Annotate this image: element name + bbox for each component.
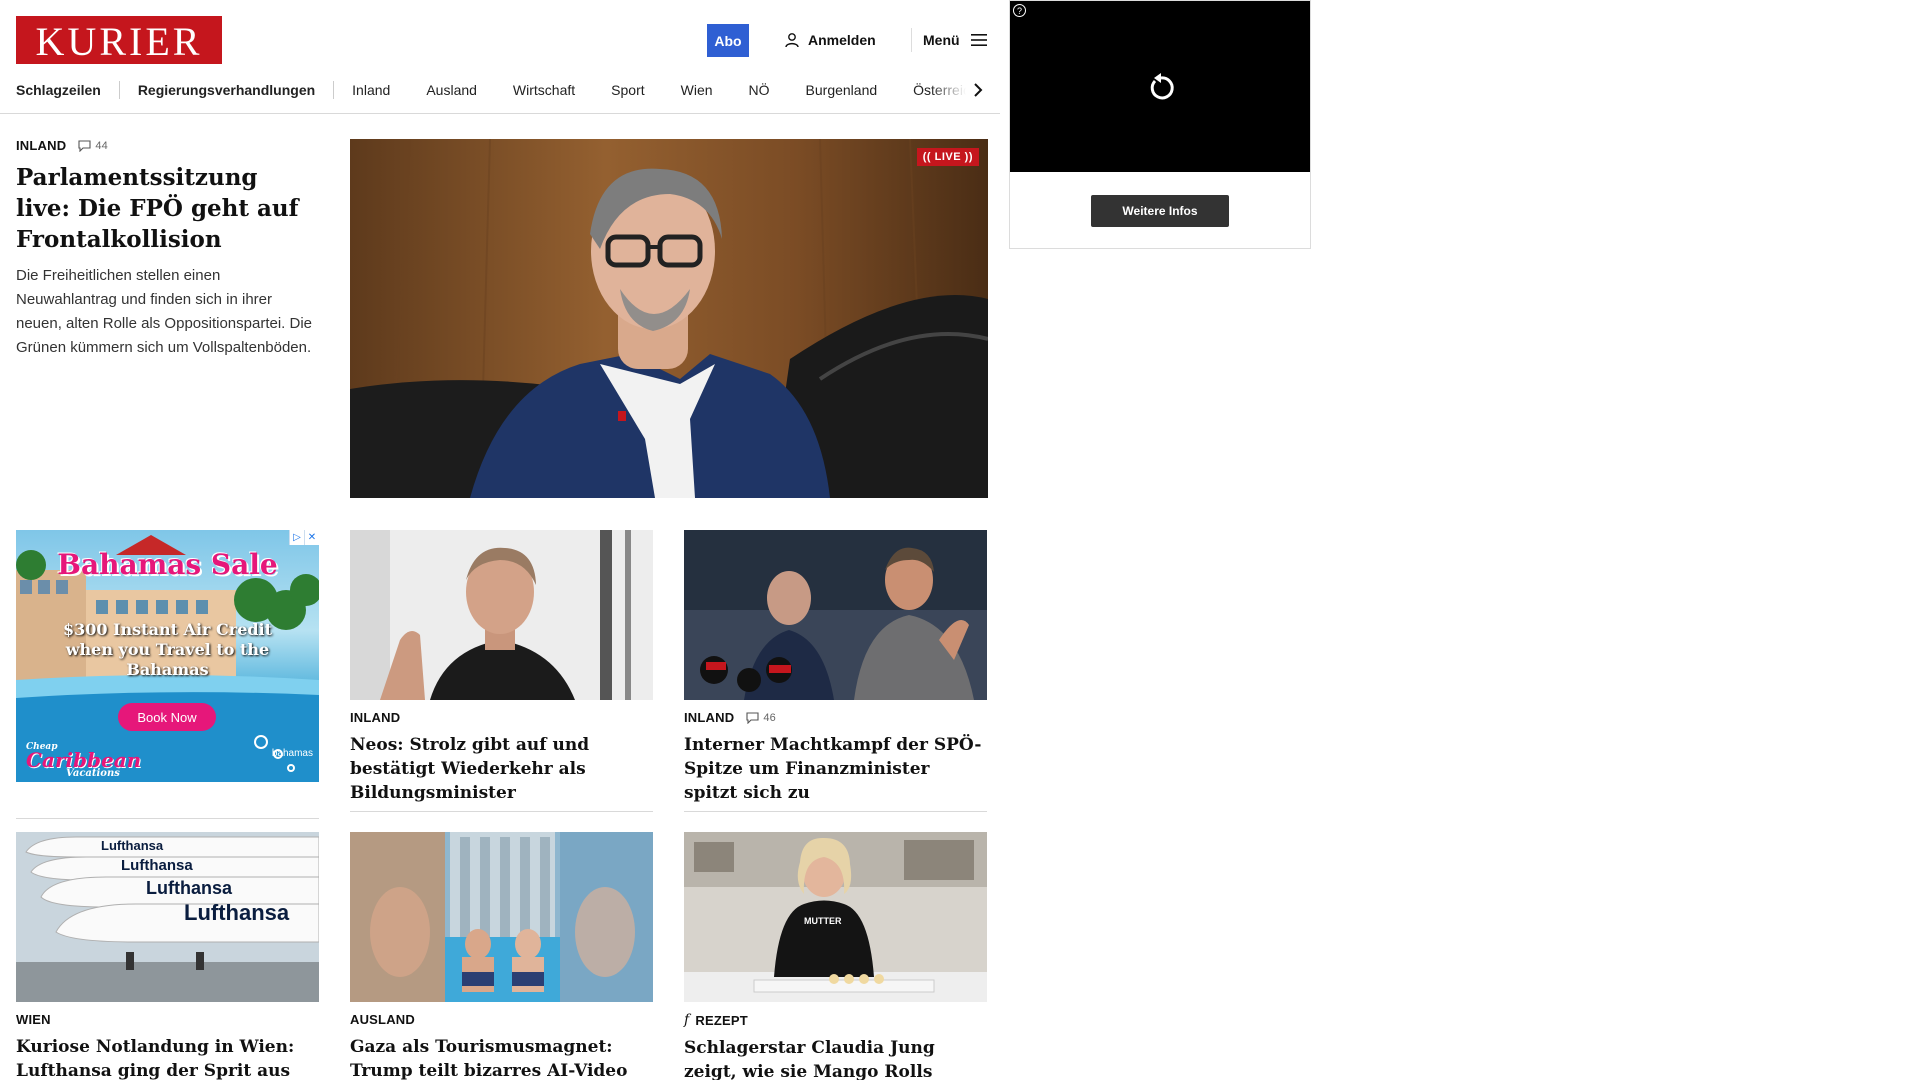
ad-close-icon[interactable]: ✕ [304, 530, 319, 545]
card-image-gaza[interactable] [350, 832, 653, 1002]
bahamas-logo: bahamas [271, 748, 313, 759]
hero-teaser: Die Freiheitlichen stellen einen Neuwahl… [16, 267, 313, 356]
card-spoe-comments[interactable]: 46 [746, 712, 776, 724]
nav-item-schlagzeilen[interactable]: Schlagzeilen [16, 82, 101, 98]
ad-brand: Cheap Caribbean Vacations [26, 742, 141, 779]
lufthansa-photo-illustration: Lufthansa Lufthansa Lufthansa Lufthansa [16, 832, 319, 1002]
comment-icon [746, 711, 759, 724]
card-lufthansa[interactable]: WIEN Kuriose Notlandung in Wien: Lufthan… [16, 1012, 319, 1080]
user-icon [785, 33, 799, 48]
card-strolz-title[interactable]: Neos: Strolz gibt auf und bestätigt Wied… [350, 733, 653, 805]
rezept-photo-illustration: MUTTER [684, 832, 987, 1002]
card-spoe[interactable]: INLAND 46 Interner Machtkampf der SPÖ-Sp… [684, 710, 987, 805]
card-image-strolz[interactable] [350, 530, 653, 700]
card-rezept-kicker: 𝑓 REZEPT [684, 1012, 987, 1028]
card-image-spoe[interactable] [684, 530, 987, 700]
ad-book-now-button[interactable]: Book Now [118, 703, 216, 731]
replay-icon[interactable] [1147, 73, 1175, 103]
svg-text:Lufthansa: Lufthansa [101, 838, 164, 853]
card-strolz-kicker: INLAND [350, 710, 653, 725]
login-button[interactable]: Anmelden [784, 28, 876, 52]
card-lufthansa-kicker: WIEN [16, 1012, 319, 1027]
hero-image[interactable]: (( LIVE )) [350, 139, 988, 498]
nav-item-burgenland[interactable]: Burgenland [806, 82, 878, 98]
card-strolz[interactable]: INLAND Neos: Strolz gibt auf und bestäti… [350, 710, 653, 805]
ad-headline-2: Sale [210, 548, 278, 581]
hero-category[interactable]: INLAND [16, 138, 66, 153]
video-ad[interactable]: ? Weitere Infos [1009, 0, 1311, 249]
svg-text:Lufthansa: Lufthansa [184, 900, 290, 925]
chevron-right-icon [974, 83, 983, 97]
hero-article[interactable]: INLAND 44 Parlamentssitzung live: Die FP… [16, 138, 316, 360]
card-spoe-comment-count: 46 [763, 711, 776, 724]
nav-item-ausland[interactable]: Ausland [426, 82, 477, 98]
card-strolz-category[interactable]: INLAND [350, 710, 400, 725]
ad-info-icon[interactable]: ▷ [289, 530, 304, 545]
card-image-rezept[interactable]: MUTTER [684, 832, 987, 1002]
card-gaza-title[interactable]: Gaza als Tourismusmagnet: Trump teilt bi… [350, 1035, 653, 1080]
ad-headline-1: Bahamas [57, 548, 202, 581]
card-image-lufthansa[interactable]: Lufthansa Lufthansa Lufthansa Lufthansa [16, 832, 319, 1002]
header-divider [911, 28, 912, 52]
nav-item-sport[interactable]: Sport [611, 82, 644, 98]
live-label: LIVE [934, 151, 962, 163]
hero-kicker: INLAND 44 [16, 138, 316, 153]
spoe-photo-illustration [684, 530, 987, 700]
ad-headline: Bahamas Sale [16, 548, 319, 581]
hero-comments[interactable]: 44 [78, 140, 108, 152]
help-icon[interactable]: ? [1013, 4, 1026, 17]
bahamas-ad[interactable]: ▷ ✕ Bahamas Sale $300 Instant Air Credit… [16, 530, 319, 782]
more-info-button[interactable]: Weitere Infos [1091, 195, 1229, 227]
fork-icon: 𝑓 [684, 1012, 690, 1028]
nav-scroll-right-button[interactable] [969, 78, 987, 102]
card-rezept-category[interactable]: REZEPT [695, 1013, 747, 1028]
card-gaza-kicker: AUSLAND [350, 1012, 653, 1027]
card-spoe-category[interactable]: INLAND [684, 710, 734, 725]
card-gaza[interactable]: AUSLAND Gaza als Tourismusmagnet: Trump … [350, 1012, 653, 1080]
kurier-logo[interactable]: KURIER [16, 16, 222, 64]
card-gaza-category[interactable]: AUSLAND [350, 1012, 415, 1027]
svg-text:Lufthansa: Lufthansa [146, 878, 233, 898]
ad-offer: $300 Instant Air Credit when you Travel … [62, 620, 273, 679]
svg-text:MUTTER: MUTTER [804, 916, 842, 926]
card-lufthansa-category[interactable]: WIEN [16, 1012, 51, 1027]
gaza-photo-illustration [350, 832, 653, 1002]
card-rezept-title[interactable]: Schlagerstar Claudia Jung zeigt, wie sie… [684, 1036, 987, 1080]
menu-label: Menü [923, 32, 960, 48]
main-navigation: Schlagzeilen Regierungsverhandlungen Inl… [16, 76, 990, 104]
ad-divider [16, 818, 319, 819]
comment-icon [78, 139, 91, 152]
card-divider [684, 811, 987, 812]
strolz-photo-illustration [350, 530, 653, 700]
nav-separator [118, 81, 120, 99]
nav-item-wien[interactable]: Wien [681, 82, 713, 98]
login-label: Anmelden [808, 32, 876, 48]
svg-text:Lufthansa: Lufthansa [121, 857, 193, 874]
nav-item-regierungsverhandlungen[interactable]: Regierungsverhandlungen [138, 82, 315, 98]
card-rezept[interactable]: 𝑓 REZEPT Schlagerstar Claudia Jung zeigt… [684, 1012, 987, 1080]
card-spoe-kicker: INLAND 46 [684, 710, 987, 725]
hero-title[interactable]: Parlamentssitzung live: Die FPÖ geht auf… [16, 162, 316, 255]
nav-item-noe[interactable]: NÖ [749, 82, 770, 98]
card-spoe-title[interactable]: Interner Machtkampf der SPÖ-Spitze um Fi… [684, 733, 987, 805]
nav-separator [333, 81, 335, 99]
nav-item-inland[interactable]: Inland [352, 82, 390, 98]
abo-button[interactable]: Abo [707, 24, 749, 57]
ad-choices[interactable]: ▷ ✕ [289, 530, 319, 545]
hero-photo-illustration [350, 139, 988, 498]
hero-comment-count: 44 [95, 139, 108, 152]
hamburger-icon [970, 34, 987, 46]
video-player[interactable]: ? [1010, 1, 1310, 172]
live-badge: (( LIVE )) [916, 148, 979, 166]
nav-item-wirtschaft[interactable]: Wirtschaft [513, 82, 575, 98]
card-lufthansa-title[interactable]: Kuriose Notlandung in Wien: Lufthansa gi… [16, 1035, 319, 1080]
card-divider [350, 811, 653, 812]
menu-button[interactable]: Menü [923, 28, 988, 52]
nav-bottom-border [0, 113, 1000, 114]
